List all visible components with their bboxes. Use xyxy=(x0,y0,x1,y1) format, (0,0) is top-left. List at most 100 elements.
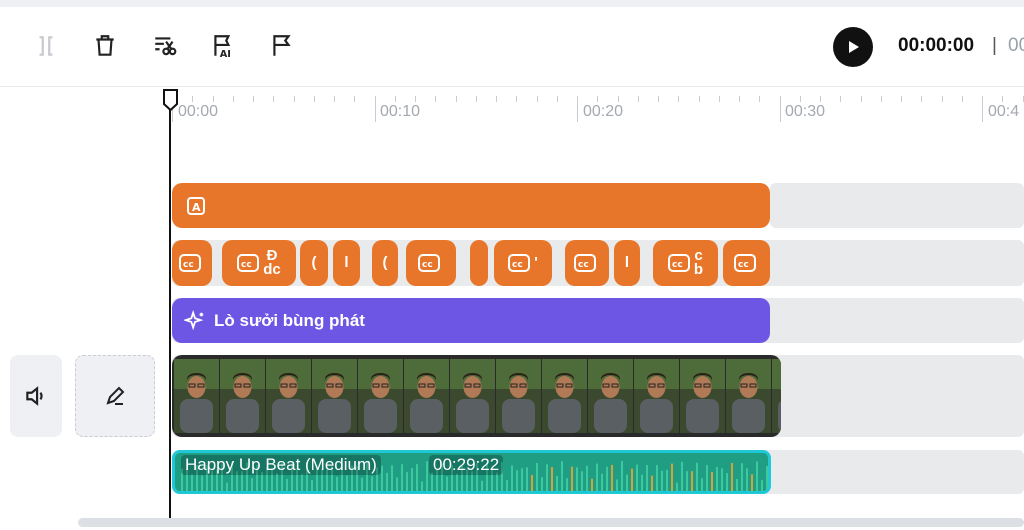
ai-flag-icon[interactable]: AI xyxy=(207,30,239,62)
waveform-bar xyxy=(541,477,543,491)
waveform-bar xyxy=(691,471,693,491)
waveform-bar xyxy=(656,464,658,491)
ruler-tick xyxy=(212,96,214,102)
ruler-tick xyxy=(739,96,740,102)
ruler-tick xyxy=(718,96,720,102)
audio-title: Happy Up Beat (Medium) xyxy=(181,455,381,475)
caption-clip[interactable]: cc xyxy=(723,240,770,286)
waveform-bar xyxy=(646,465,648,491)
play-button[interactable] xyxy=(833,27,873,67)
waveform-bar xyxy=(601,473,603,491)
waveform-bar xyxy=(741,463,743,491)
caption-cc-icon: cc xyxy=(179,254,201,272)
waveform-bar xyxy=(546,464,548,491)
waveform-bar xyxy=(641,474,643,491)
ruler-label: 00:20 xyxy=(583,103,624,120)
waveform-bar xyxy=(636,464,638,491)
ruler-tick xyxy=(334,96,335,102)
caption-clip[interactable]: cc xyxy=(406,240,456,286)
ruler-tick xyxy=(759,96,761,102)
total-time: 00 xyxy=(1008,35,1024,56)
waveform-bar xyxy=(686,471,688,491)
ruler-tick xyxy=(293,96,295,102)
svg-text:A: A xyxy=(192,201,201,214)
caption-clip-label: ' xyxy=(534,254,538,271)
waveform-bar xyxy=(721,468,723,491)
waveform-bar xyxy=(621,461,623,491)
ruler-tick xyxy=(516,96,518,102)
effect-label: Lò sưởi bùng phát xyxy=(214,310,365,330)
split-icon[interactable] xyxy=(30,30,62,62)
caption-clip[interactable]: cc xyxy=(172,240,212,286)
ruler-tick xyxy=(961,96,963,102)
waveform-bar xyxy=(226,482,228,491)
ruler-label: 00:00 xyxy=(178,103,219,120)
video-thumbnail xyxy=(634,359,679,433)
caption-clip[interactable]: cc Đ dc xyxy=(222,240,296,286)
audio-clip[interactable]: Happy Up Beat (Medium) 00:29:22 xyxy=(172,450,771,494)
caption-clip[interactable]: ( xyxy=(372,240,398,286)
horizontal-scrollbar[interactable] xyxy=(78,518,1024,527)
video-thumbnail xyxy=(358,359,403,433)
waveform-bar xyxy=(671,463,673,491)
waveform-bar xyxy=(731,463,733,491)
edit-button[interactable] xyxy=(75,355,155,437)
ruler-tick xyxy=(536,96,538,102)
ruler-tick xyxy=(820,96,821,102)
svg-text:cc: cc xyxy=(672,260,683,270)
caption-clip-label: Đ dc xyxy=(263,247,281,278)
waveform-bar xyxy=(586,465,588,491)
waveform-bar xyxy=(481,480,483,491)
video-thumbnail xyxy=(312,359,357,433)
video-thumbnail xyxy=(450,359,495,433)
waveform-bar xyxy=(496,472,498,491)
caption-clip-label: c b xyxy=(693,247,704,278)
ruler-tick xyxy=(313,96,315,102)
video-thumbnail xyxy=(496,359,541,433)
effect-clip[interactable]: Lò sưởi bùng phát xyxy=(172,298,770,343)
caption-clip-label: l xyxy=(624,254,630,271)
caption-clip[interactable]: cc ' xyxy=(494,240,552,286)
caption-clip[interactable]: ( xyxy=(300,240,328,286)
waveform-bar xyxy=(276,473,278,491)
flag-icon[interactable] xyxy=(266,30,298,62)
video-clip[interactable] xyxy=(172,355,781,437)
waveform-bar xyxy=(201,475,203,491)
caption-clip-label: l xyxy=(344,254,349,271)
waveform-bar xyxy=(391,465,393,491)
waveform-bar xyxy=(406,472,408,491)
ruler-tick xyxy=(678,96,680,102)
text-a-icon: A xyxy=(187,196,205,215)
caption-clip-label: ( xyxy=(382,254,388,271)
caption-clip[interactable] xyxy=(470,240,488,286)
playhead-line xyxy=(169,100,171,518)
caption-cc-icon: cc xyxy=(508,254,531,272)
waveform-bar xyxy=(386,472,388,491)
waveform-bar xyxy=(766,465,768,491)
video-thumbnail xyxy=(726,359,771,433)
volume-button[interactable] xyxy=(10,355,62,437)
waveform-bar xyxy=(301,474,303,491)
ruler-tick xyxy=(232,96,234,102)
ruler-tick xyxy=(435,96,437,102)
pencil-icon xyxy=(106,386,125,405)
text-clip[interactable]: A xyxy=(172,183,770,228)
waveform-bar xyxy=(411,468,413,491)
delete-icon[interactable] xyxy=(89,30,121,62)
caption-clip[interactable]: l xyxy=(614,240,640,286)
waveform-bar xyxy=(426,461,428,491)
waveform-bar xyxy=(456,473,458,491)
waveform-bar xyxy=(556,475,558,491)
time-ruler[interactable]: 00:00 00:10 00:20 00:30 00:4 xyxy=(170,92,1024,124)
ruler-label: 00:4 xyxy=(988,103,1020,120)
waveform-bar xyxy=(611,464,613,491)
caption-clip[interactable]: l xyxy=(333,240,360,286)
waveform-bar xyxy=(726,473,728,491)
caption-clip[interactable]: cc c b xyxy=(653,240,718,286)
waveform-bar xyxy=(706,465,708,491)
caption-clip[interactable]: cc xyxy=(565,240,609,286)
playhead-handle[interactable] xyxy=(162,88,179,112)
waveform-bar xyxy=(416,464,418,491)
scissors-icon[interactable] xyxy=(149,30,181,62)
waveform-bar xyxy=(536,463,538,491)
